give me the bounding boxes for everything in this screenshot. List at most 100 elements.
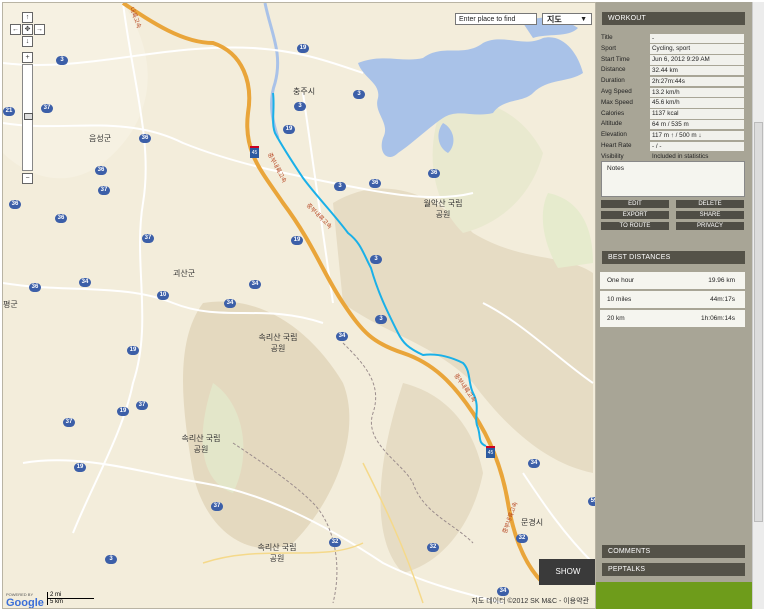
road-shield: 3	[334, 182, 346, 191]
pan-down-button[interactable]: ↓	[22, 36, 33, 47]
scale-km: 5 km	[47, 599, 96, 605]
best-row: 10 miles 44m:17s	[600, 291, 745, 308]
road-shield: 36	[95, 166, 107, 175]
road-shield: 34	[79, 278, 91, 287]
edit-button[interactable]: EDIT	[601, 200, 669, 208]
stat-row: Start Time Jun 6, 2012 9:29 AM	[600, 55, 745, 66]
road-shield: 19	[283, 125, 295, 134]
road-shield: 3	[375, 315, 387, 324]
road-shield: 36	[369, 179, 381, 188]
stat-row: Calories 1137 kcal	[600, 109, 745, 120]
map-view[interactable]: 충주시 음성군 월악산 국립공원 괴산군 속리산 국립공원 속리산 국립공원 속…	[2, 2, 596, 609]
place-label: 평군	[3, 300, 18, 309]
zoom-out-button[interactable]: −	[22, 173, 33, 184]
stat-label: Max Speed	[601, 98, 633, 106]
zoom-in-button[interactable]: +	[22, 52, 33, 63]
best-row: 20 km 1h:06m:14s	[600, 310, 745, 327]
stat-value: 117 m ↑ / 500 m ↓	[650, 130, 744, 141]
road-shield: 37	[98, 186, 110, 195]
stat-value: 32.44 km	[650, 65, 744, 76]
comments-header[interactable]: COMMENTS	[602, 545, 745, 558]
notes-label: Notes	[607, 165, 624, 172]
stat-label: Start Time	[601, 55, 630, 63]
road-shield: 37	[41, 104, 53, 113]
road-shield: 19	[127, 346, 139, 355]
place-label: 문경시	[521, 518, 544, 527]
road-shield: 19	[117, 407, 129, 416]
stat-value: - / -	[650, 141, 744, 152]
stat-label: Duration	[601, 77, 625, 85]
scrollbar-thumb[interactable]	[754, 122, 763, 522]
show-button[interactable]: SHOW	[539, 559, 595, 585]
stat-label: Calories	[601, 109, 625, 117]
zoom-slider[interactable]	[22, 64, 33, 171]
logo-text: Google	[6, 597, 44, 609]
stat-row: Avg Speed 13.2 km/h	[600, 87, 745, 98]
notes-field[interactable]: Notes	[601, 161, 745, 197]
stat-value: Jun 6, 2012 9:29 AM	[650, 55, 744, 65]
road-shield: 36	[29, 283, 41, 292]
road-shield: 3	[294, 102, 306, 111]
road-shield: 3	[353, 90, 365, 99]
road-shield: 19	[74, 463, 86, 472]
best-row-value: 44m:17s	[710, 296, 735, 303]
road-shield: 32	[329, 538, 341, 547]
stat-value: 1137 kcal	[650, 109, 744, 119]
workout-stats: Title - Sport Cycling, sport Start Time Jun 6…	[600, 33, 745, 163]
road-shield: 36	[9, 200, 21, 209]
stat-value: 64 m / 535 m	[650, 119, 744, 130]
road-shield: 37	[142, 234, 154, 243]
scale-miles: 2 mi	[47, 592, 94, 599]
delete-button[interactable]: DELETE	[676, 200, 744, 208]
best-row-label: 20 km	[607, 315, 625, 322]
road-shield: 36	[55, 214, 67, 223]
stat-label: Elevation	[601, 131, 627, 139]
map-type-select[interactable]: 지도 ▼	[542, 13, 592, 25]
stat-label: Sport	[601, 44, 617, 52]
pan-center-button[interactable]: ✥	[22, 24, 33, 35]
privacy-button[interactable]: PRIVACY	[676, 222, 744, 230]
place-label: 월악산 국립공원	[423, 199, 463, 219]
best-row: One hour 19.96 km	[600, 272, 745, 289]
stat-value: 2h:27m:44s	[650, 76, 744, 87]
stat-row: Sport Cycling, sport	[600, 44, 745, 55]
stat-label: Avg Speed	[601, 87, 632, 95]
road-shield: 34	[224, 299, 236, 308]
stat-value: 45.6 km/h	[650, 98, 744, 108]
road-shield: 37	[136, 401, 148, 410]
road-shield: 36	[428, 169, 440, 178]
place-label: 괴산군	[173, 269, 196, 278]
stat-label: Heart Rate	[601, 141, 632, 149]
workout-header[interactable]: WORKOUT	[602, 12, 745, 25]
map-attribution[interactable]: 지도 데이터 ©2012 SK M&C - 이용약관	[471, 596, 589, 606]
stat-row: Title -	[600, 33, 745, 44]
place-label: 충주시	[293, 87, 316, 96]
stat-row: Distance 32.44 km	[600, 65, 745, 76]
map-scale: 2 mi 5 km	[47, 592, 96, 605]
peptalks-header[interactable]: PEPTALKS	[602, 563, 745, 576]
best-distances-header[interactable]: BEST DISTANCES	[602, 251, 745, 264]
pan-left-button[interactable]: ←	[10, 24, 21, 35]
road-shield: 10	[157, 291, 169, 300]
pan-right-button[interactable]: →	[34, 24, 45, 35]
road-shield: 3	[105, 555, 117, 564]
share-button[interactable]: SHARE	[676, 211, 744, 219]
road-shield: 32	[516, 534, 528, 543]
scrollbar[interactable]	[752, 2, 764, 609]
export-button[interactable]: EXPORT	[601, 211, 669, 219]
pan-up-button[interactable]: ↑	[22, 12, 33, 23]
road-shield: 21	[3, 107, 15, 116]
stat-row: Heart Rate - / -	[600, 141, 745, 152]
place-label: 속리산 국립공원	[258, 333, 298, 353]
chevron-down-icon: ▼	[580, 16, 587, 23]
to-route-button[interactable]: TO ROUTE	[601, 222, 669, 230]
road-shield: 19	[297, 44, 309, 53]
road-shield: 3	[56, 56, 68, 65]
place-search-input[interactable]: Enter place to find	[455, 13, 537, 25]
road-shield: 19	[291, 236, 303, 245]
map-type-value: 지도	[547, 15, 562, 24]
road-shield: 37	[211, 502, 223, 511]
place-label: 속리산 국립공원	[257, 543, 297, 563]
road-shield: 34	[528, 459, 540, 468]
zoom-slider-handle[interactable]	[24, 113, 33, 120]
